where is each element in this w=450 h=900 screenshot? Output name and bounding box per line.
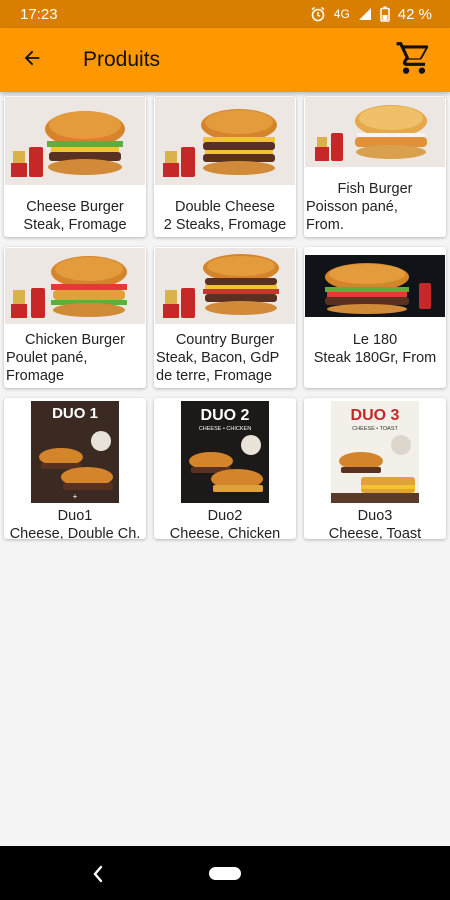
product-image [4,247,146,325]
system-nav-bar [0,846,450,900]
product-card[interactable]: Fish Burger Poisson pané, From. [304,96,446,237]
product-name: Duo1 [57,508,93,524]
product-description: Cheese, Chicken [169,526,281,539]
product-card[interactable]: Country Burger Steak, Bacon, GdP de terr… [154,247,296,388]
page-title: Produits [83,48,161,71]
product-name: Fish Burger [337,181,413,197]
product-card[interactable]: DUO 1 + Duo1 Cheese, Double Ch. [4,398,146,539]
battery-icon [380,6,390,22]
product-description: Cheese, Toast [328,526,422,539]
status-time: 17:23 [20,5,58,23]
product-description: Poisson pané, From. [306,199,398,233]
app-bar: Produits [0,28,450,92]
product-image [304,96,446,168]
svg-text:+: + [73,492,78,501]
battery-percent: 42 % [397,5,432,23]
product-description: Cheese, Double Ch. [9,526,141,539]
duo2-image-text: DUO 2 [201,407,250,424]
duo2-image-subtext: CHEESE • CHICKEN [199,426,251,432]
product-image [4,96,146,186]
duo3-image-subtext: CHEESE • TOAST [352,426,398,432]
nav-back-icon[interactable] [92,863,104,889]
product-description: 2 Steaks, Fromage [163,217,287,233]
signal-icon [358,7,372,21]
product-description: Steak 180Gr, From [313,350,437,366]
product-card[interactable]: Double Cheese 2 Steaks, Fromage [154,96,296,237]
network-label: 4G [333,7,350,21]
product-card[interactable]: DUO 2 CHEESE • CHICKEN Duo2 Cheese, Chic… [154,398,296,539]
nav-home-pill[interactable] [209,866,241,880]
product-image: DUO 2 CHEESE • CHICKEN [154,398,296,504]
product-name: Le 180 [352,332,398,348]
product-card[interactable]: Cheese Burger Steak, Fromage [4,96,146,237]
product-card[interactable]: Le 180 Steak 180Gr, From [304,247,446,388]
cart-button[interactable] [382,28,446,92]
product-card[interactable]: DUO 3 CHEESE • TOAST Duo3 Cheese, Toast [304,398,446,539]
product-name: Double Cheese [175,199,275,215]
product-name: Country Burger [175,332,275,348]
product-description: Steak, Fromage [23,217,127,233]
product-card[interactable]: Chicken Burger Poulet pané, Fromage [4,247,146,388]
status-bar: 17:23 4G 42 % [0,0,450,28]
duo3-image-text: DUO 3 [351,407,400,424]
duo1-image-text: DUO 1 [52,405,98,422]
product-image: DUO 3 CHEESE • TOAST [304,398,446,504]
product-description: Poulet pané, Fromage [6,350,88,384]
product-name: Duo2 [207,508,243,524]
product-description: Steak, Bacon, GdP de terre, Fromage [156,350,280,384]
product-name: Chicken Burger [25,332,125,348]
alarm-icon [310,6,326,22]
product-image [154,247,296,325]
product-name: Duo3 [357,508,393,524]
product-image [304,247,446,325]
cart-icon [395,39,433,82]
product-image: DUO 1 + [4,398,146,504]
product-image [154,96,296,186]
product-name: Cheese Burger [26,199,124,215]
product-grid: Cheese Burger Steak, Fromage Double Chee… [4,96,447,539]
back-button[interactable] [0,28,64,92]
arrow-back-icon [21,47,43,74]
